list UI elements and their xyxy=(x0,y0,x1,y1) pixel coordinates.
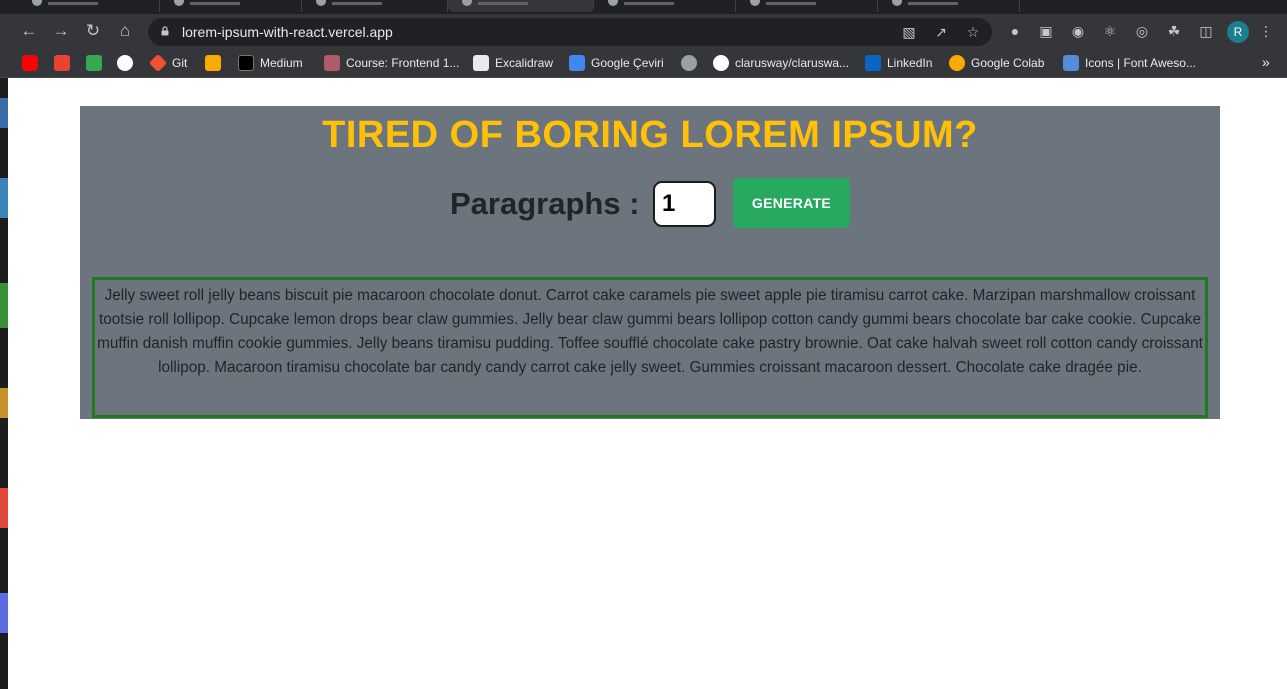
youtube-icon xyxy=(22,55,38,71)
bookmark-item[interactable] xyxy=(117,55,139,71)
share-icon[interactable]: ↗ xyxy=(932,23,950,41)
generated-paragraph: Jelly sweet roll jelly beans biscuit pie… xyxy=(97,287,1203,376)
medium-icon xyxy=(238,55,254,71)
linkedin-icon xyxy=(865,55,881,71)
bookmark-item[interactable] xyxy=(681,55,703,71)
bookmarks-overflow-button[interactable]: » xyxy=(1262,54,1270,70)
bookmark-item[interactable]: Icons | Font Aweso... xyxy=(1063,55,1196,71)
extension-icon[interactable]: ◉ xyxy=(1069,22,1087,40)
extension-icon[interactable]: ● xyxy=(1006,22,1024,40)
bookmark-item[interactable] xyxy=(54,55,76,71)
terminal-icon xyxy=(205,55,221,71)
generator-form: Paragraphs : GENERATE xyxy=(80,178,1220,228)
menu-icon[interactable]: ⋮ xyxy=(1257,22,1275,40)
github-icon xyxy=(713,55,729,71)
paragraphs-label: Paragraphs : xyxy=(450,186,640,221)
browser-tab[interactable] xyxy=(302,0,448,12)
browser-tab[interactable] xyxy=(878,0,1020,12)
tab-favicon-icon xyxy=(32,0,42,6)
bookmark-item[interactable]: Medium xyxy=(238,55,303,71)
reload-icon[interactable]: ↻ xyxy=(80,18,106,44)
address-bar[interactable]: lorem-ipsum-with-react.vercel.app ▧ ↗ ☆ xyxy=(148,18,992,46)
colab-icon xyxy=(949,55,965,71)
lorem-output: Jelly sweet roll jelly beans biscuit pie… xyxy=(92,277,1208,418)
browser-tab[interactable] xyxy=(160,0,302,12)
tab-favicon-icon xyxy=(462,0,472,6)
bookmark-item[interactable] xyxy=(86,55,108,71)
excalidraw-icon xyxy=(473,55,489,71)
translate-icon[interactable]: ▧ xyxy=(900,23,918,41)
tab-favicon-icon xyxy=(608,0,618,6)
github-icon xyxy=(117,55,133,71)
lock-icon xyxy=(161,26,169,36)
bookmark-item[interactable]: Git xyxy=(148,53,187,73)
gmail-icon xyxy=(54,55,70,71)
google-drive-icon xyxy=(86,55,102,71)
paragraphs-input[interactable] xyxy=(653,181,716,227)
globe-icon xyxy=(681,55,697,71)
google-translate-icon xyxy=(569,55,585,71)
bookmark-item[interactable]: Google Çeviri xyxy=(569,55,664,71)
generate-button[interactable]: GENERATE xyxy=(733,178,850,228)
browser-tab[interactable] xyxy=(736,0,878,12)
back-arrow-icon[interactable]: ← xyxy=(16,18,42,44)
home-icon[interactable]: ⌂ xyxy=(112,18,138,44)
bookmark-item[interactable] xyxy=(22,55,44,71)
tab-favicon-icon xyxy=(750,0,760,6)
bookmark-item[interactable]: Google Colab xyxy=(949,55,1044,71)
url-text[interactable]: lorem-ipsum-with-react.vercel.app xyxy=(182,24,393,40)
tab-favicon-icon xyxy=(892,0,902,6)
browser-tab[interactable] xyxy=(18,0,160,12)
bookmarks-bar: Git Medium Course: Frontend 1... Excalid… xyxy=(0,48,1287,78)
bookmark-item[interactable]: clarusway/claruswa... xyxy=(713,55,849,71)
page-title: TIRED OF BORING LOREM IPSUM? xyxy=(322,114,978,156)
profile-avatar[interactable]: R xyxy=(1227,21,1249,43)
tab-strip xyxy=(0,0,1287,14)
browser-tab-active[interactable] xyxy=(448,0,594,12)
forward-arrow-icon[interactable]: → xyxy=(48,18,74,44)
bookmark-item[interactable]: Course: Frontend 1... xyxy=(324,55,459,71)
bookmark-item[interactable]: Excalidraw xyxy=(473,55,553,71)
lorem-generator-panel: TIRED OF BORING LOREM IPSUM? Paragraphs … xyxy=(80,106,1220,419)
desktop-strip xyxy=(0,78,8,689)
bookmark-star-icon[interactable]: ☆ xyxy=(964,23,982,41)
browser-toolbar: ← → ↻ ⌂ lorem-ipsum-with-react.vercel.ap… xyxy=(0,14,1287,48)
bookmark-item[interactable]: LinkedIn xyxy=(865,55,932,71)
extension-icon[interactable]: ▣ xyxy=(1037,22,1055,40)
tab-favicon-icon xyxy=(174,0,184,6)
bookmark-item[interactable] xyxy=(205,55,227,71)
react-devtools-icon[interactable]: ⚛ xyxy=(1101,22,1119,40)
side-panel-icon[interactable]: ◫ xyxy=(1197,22,1215,40)
git-icon xyxy=(148,53,168,73)
flag-icon xyxy=(1063,55,1079,71)
puzzle-icon[interactable]: ☘ xyxy=(1165,22,1183,40)
course-icon xyxy=(324,55,340,71)
extension-icon[interactable]: ◎ xyxy=(1133,22,1151,40)
tab-favicon-icon xyxy=(316,0,326,6)
browser-tab[interactable] xyxy=(594,0,736,12)
